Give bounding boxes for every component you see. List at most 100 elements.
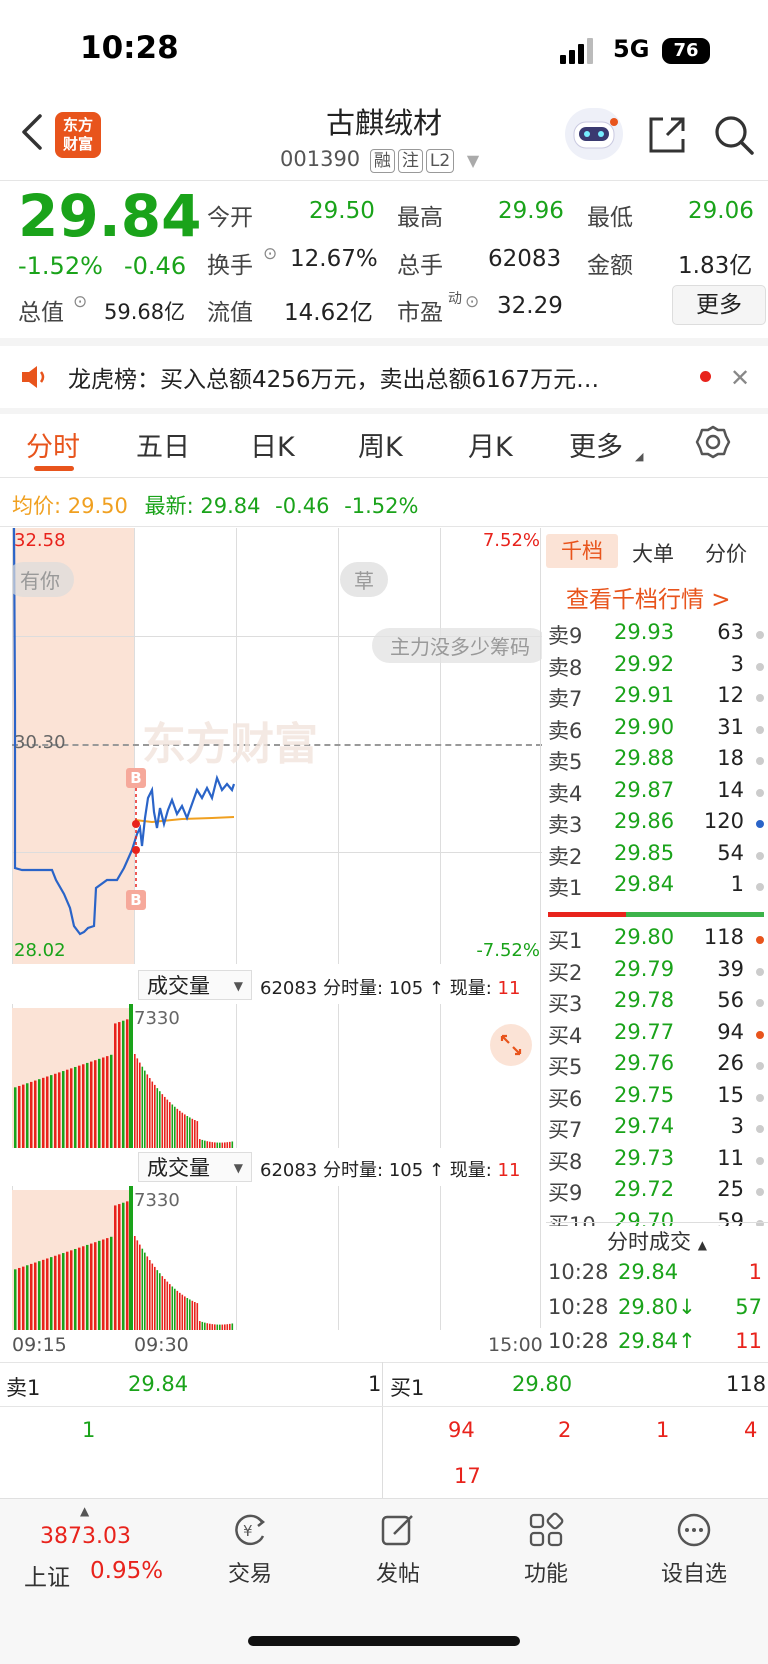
minute-volume: 105 bbox=[388, 1160, 424, 1181]
comment-bubble[interactable]: 草 bbox=[340, 562, 388, 597]
order-dot bbox=[756, 1093, 764, 1102]
orderbook-row[interactable]: 卖9 29.93 63 bbox=[546, 620, 768, 651]
volume-bar bbox=[169, 1284, 171, 1330]
comment-bubble[interactable]: 有你 bbox=[12, 562, 74, 597]
orderbook-row[interactable]: 卖5 29.88 18 bbox=[546, 746, 768, 777]
volume-bar bbox=[216, 1324, 219, 1330]
orderbook-volume: 56 bbox=[717, 988, 744, 1012]
orderbook-tab-big-orders[interactable]: 大单 bbox=[632, 538, 674, 568]
volume-bar bbox=[102, 1239, 105, 1330]
nav-post[interactable]: 发帖 bbox=[348, 1556, 448, 1588]
orderbook-row[interactable]: 买6 29.75 15 bbox=[546, 1083, 768, 1114]
info-icon[interactable]: ⊙ bbox=[263, 244, 277, 264]
orderbook-row[interactable]: 买7 29.74 3 bbox=[546, 1114, 768, 1145]
function-icon[interactable] bbox=[528, 1512, 564, 1548]
depth-link[interactable]: 查看千档行情 > bbox=[566, 580, 731, 614]
tab-more[interactable]: 更多 bbox=[569, 425, 623, 464]
index-widget[interactable]: ▲ 3873.03 上证 0.95% bbox=[20, 1504, 170, 1594]
tab-weekly-k[interactable]: 周K bbox=[358, 425, 403, 464]
buy-marker[interactable]: B bbox=[126, 768, 146, 788]
notice-bar[interactable]: 龙虎榜：买入总额4256万元，卖出总额6167万元… ✕ bbox=[0, 346, 768, 408]
volume-bar bbox=[171, 1286, 174, 1330]
volume-bar bbox=[62, 1071, 65, 1148]
volume-bar bbox=[156, 1088, 159, 1148]
tick-row: 10:28 29.80↓ 57 bbox=[546, 1295, 768, 1326]
volume-bar bbox=[164, 1096, 166, 1148]
orderbook-level-label: 买2 bbox=[548, 960, 583, 985]
volume-peak-label: 7330 bbox=[134, 1190, 180, 1211]
info-icon[interactable]: ⊙ bbox=[465, 292, 479, 312]
comment-bubble[interactable]: 主力没多少筹码 bbox=[372, 628, 542, 663]
orderbook-volume: 54 bbox=[717, 840, 744, 865]
search-icon[interactable] bbox=[712, 113, 756, 157]
orderbook-row[interactable]: 买9 29.72 25 bbox=[546, 1177, 768, 1208]
orderbook-row[interactable]: 卖2 29.85 54 bbox=[546, 841, 768, 872]
watchlist-icon[interactable] bbox=[676, 1512, 712, 1548]
orderbook-row[interactable]: 买8 29.73 11 bbox=[546, 1146, 768, 1177]
orderbook-level-label: 卖5 bbox=[548, 750, 583, 774]
orderbook-volume: 94 bbox=[717, 1019, 744, 1044]
change-pct: -1.52% bbox=[18, 252, 103, 280]
latest-label: 最新: bbox=[144, 494, 194, 518]
orderbook-row[interactable]: 买2 29.79 39 bbox=[546, 957, 768, 988]
post-icon[interactable] bbox=[380, 1512, 416, 1548]
close-icon[interactable]: ✕ bbox=[730, 364, 750, 392]
order-dot bbox=[756, 967, 764, 976]
buy-marker[interactable]: B bbox=[126, 890, 146, 910]
ticks-title[interactable]: 分时成交 ▲ bbox=[546, 1226, 768, 1262]
queue-buy-volume: 118 bbox=[726, 1372, 767, 1396]
orderbook-row[interactable]: 卖6 29.90 31 bbox=[546, 715, 768, 746]
orderbook-row[interactable]: 买5 29.76 26 bbox=[546, 1051, 768, 1082]
volume-chart[interactable]: 7330 bbox=[12, 1186, 540, 1330]
intraday-chart[interactable]: 东方财富 B B 32.58 30.30 28.02 7.52% -7.52% … bbox=[12, 528, 542, 964]
stock-code-row[interactable]: 001390 融注 L2 ▼ bbox=[280, 147, 479, 173]
info-icon[interactable]: ⊙ bbox=[73, 292, 87, 312]
volume-bar bbox=[102, 1057, 105, 1148]
status-time: 10:28 bbox=[80, 30, 179, 66]
nav-trade[interactable]: 交易 bbox=[200, 1556, 300, 1588]
volume-bar bbox=[224, 1142, 226, 1148]
tick-volume: 1 bbox=[748, 1260, 762, 1284]
tick-time: 10:28 bbox=[548, 1329, 609, 1353]
orderbook-tab-price[interactable]: 分价 bbox=[705, 538, 747, 568]
panel-divider bbox=[540, 528, 541, 1328]
tab-intraday[interactable]: 分时 bbox=[26, 425, 80, 464]
order-dot bbox=[756, 694, 764, 702]
orderbook-row[interactable]: 买4 29.77 94 bbox=[546, 1020, 768, 1051]
nav-function[interactable]: 功能 bbox=[496, 1556, 596, 1588]
orderbook-row[interactable]: 卖1 29.84 1 bbox=[546, 872, 768, 903]
volume-bar bbox=[174, 1288, 176, 1330]
tab-five-day[interactable]: 五日 bbox=[136, 425, 190, 464]
nav-add-watchlist[interactable]: 设自选 bbox=[644, 1556, 744, 1588]
orderbook-row[interactable]: 买3 29.78 56 bbox=[546, 988, 768, 1019]
tick-row: 10:28 29.84↑ 11 bbox=[546, 1329, 768, 1360]
volume-bar bbox=[181, 1294, 184, 1330]
queue-sell-label: 卖1 bbox=[6, 1376, 41, 1400]
tab-monthly-k[interactable]: 月K bbox=[468, 425, 513, 464]
orderbook-row[interactable]: 卖3 29.86 120 bbox=[546, 809, 768, 840]
volume-bar bbox=[149, 1260, 151, 1330]
volume-bar bbox=[204, 1140, 206, 1148]
volume-selector[interactable]: 成交量 ▼ bbox=[138, 970, 252, 1000]
orderbook-tab-depth[interactable]: 千档 bbox=[546, 534, 618, 568]
svg-text:¥: ¥ bbox=[243, 1522, 253, 1540]
share-icon[interactable] bbox=[645, 113, 689, 157]
tab-daily-k[interactable]: 日K bbox=[250, 425, 295, 464]
volume-bar bbox=[154, 1084, 156, 1148]
volume-bar bbox=[219, 1142, 221, 1148]
expand-icon[interactable] bbox=[490, 1024, 532, 1066]
assistant-robot-icon[interactable] bbox=[565, 108, 623, 160]
orderbook-row[interactable]: 卖8 29.92 3 bbox=[546, 652, 768, 683]
orderbook-row[interactable]: 卖4 29.87 14 bbox=[546, 778, 768, 809]
orderbook-row[interactable]: 买1 29.80 118 bbox=[546, 925, 768, 956]
latest-change-pct: -1.52% bbox=[344, 494, 419, 518]
volume-chart[interactable]: 7330 bbox=[12, 1004, 540, 1148]
settings-icon[interactable] bbox=[695, 424, 731, 460]
current-volume-label: 现量: bbox=[449, 1160, 492, 1181]
volume-bar bbox=[136, 1240, 139, 1330]
more-button[interactable]: 更多 bbox=[672, 285, 766, 325]
volume-selector[interactable]: 成交量 ▼ bbox=[138, 1152, 252, 1182]
trade-icon[interactable]: ¥ bbox=[232, 1512, 268, 1548]
orderbook-price: 29.73 bbox=[614, 1145, 675, 1170]
orderbook-row[interactable]: 卖7 29.91 12 bbox=[546, 683, 768, 714]
